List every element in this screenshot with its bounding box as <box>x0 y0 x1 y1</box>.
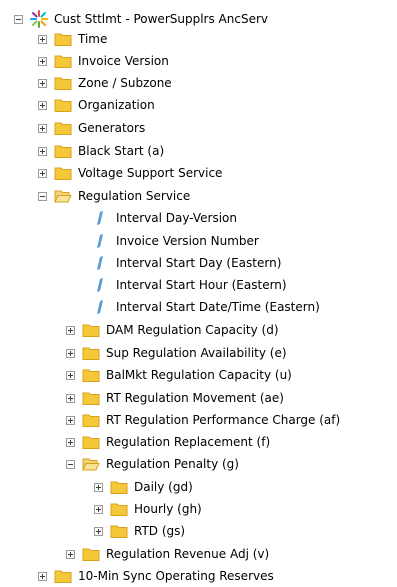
expand-toggle[interactable] <box>94 482 103 492</box>
folder-icon <box>82 368 100 382</box>
tree-node-black-start[interactable]: Black Start (a) <box>38 140 164 162</box>
attribute-icon <box>94 277 106 293</box>
expand-toggle[interactable] <box>94 526 103 536</box>
tree-node-label: Regulation Revenue Adj (v) <box>106 547 270 561</box>
tree-node-daily[interactable]: Daily (gd) <box>94 476 193 498</box>
expand-toggle[interactable] <box>38 56 47 66</box>
tree-node-regulation-revenue-adj[interactable]: Regulation Revenue Adj (v) <box>66 543 269 565</box>
folder-icon <box>54 569 72 583</box>
folder-icon <box>82 346 100 360</box>
tree-node-regulation-service[interactable]: Regulation Service <box>38 185 190 207</box>
tree-node-label: Daily (gd) <box>134 480 193 494</box>
tree-node-dam-regulation-capacity[interactable]: DAM Regulation Capacity (d) <box>66 319 279 341</box>
tree-node-sup-regulation-availability[interactable]: Sup Regulation Availability (e) <box>66 342 287 364</box>
tree-node-label: Hourly (gh) <box>134 502 202 516</box>
folder-icon <box>82 323 100 337</box>
tree-node-label: Regulation Service <box>78 189 191 203</box>
tree-node-label: Regulation Penalty (g) <box>106 457 239 471</box>
tree-leaf-interval-day-version[interactable]: Interval Day-Version <box>94 207 237 229</box>
tree-node-regulation-penalty[interactable]: Regulation Penalty (g) <box>66 453 239 475</box>
tree-leaf-interval-start-datetime[interactable]: Interval Start Date/Time (Eastern) <box>94 296 320 318</box>
tree-node-regulation-replacement[interactable]: Regulation Replacement (f) <box>66 431 270 453</box>
tree-node-organization[interactable]: Organization <box>38 94 155 116</box>
tree-node-rt-regulation-performance[interactable]: RT Regulation Performance Charge (af) <box>66 409 340 431</box>
tree-node-rtd[interactable]: RTD (gs) <box>94 520 185 542</box>
attribute-icon <box>94 299 106 315</box>
tree-node-voltage-support[interactable]: Voltage Support Service <box>38 162 222 184</box>
sparkle-cube-icon <box>30 10 48 28</box>
tree-node-label: RTD (gs) <box>134 524 186 538</box>
collapse-toggle[interactable] <box>14 14 23 24</box>
expand-toggle[interactable] <box>66 549 75 559</box>
open-folder-icon <box>82 457 100 471</box>
expand-toggle[interactable] <box>66 393 75 403</box>
folder-icon <box>54 166 72 180</box>
folder-icon <box>110 502 128 516</box>
expand-toggle[interactable] <box>38 78 47 88</box>
tree-node-hourly[interactable]: Hourly (gh) <box>94 498 202 520</box>
tree-node-label: Sup Regulation Availability (e) <box>106 346 287 360</box>
expand-toggle[interactable] <box>66 325 75 335</box>
folder-icon <box>110 480 128 494</box>
tree-leaf-interval-start-day[interactable]: Interval Start Day (Eastern) <box>94 252 281 274</box>
tree-node-label: DAM Regulation Capacity (d) <box>106 323 279 337</box>
expand-toggle[interactable] <box>66 415 75 425</box>
folder-icon <box>54 76 72 90</box>
tree-node-label: Time <box>78 32 108 46</box>
attribute-icon <box>94 210 106 226</box>
folder-icon <box>54 32 72 46</box>
tree-node-invoice-version[interactable]: Invoice Version <box>38 50 169 72</box>
tree-node-label: BalMkt Regulation Capacity (u) <box>106 368 292 382</box>
folder-icon <box>82 547 100 561</box>
tree-node-label: Interval Start Day (Eastern) <box>116 256 282 270</box>
tree-node-label: Interval Day-Version <box>116 211 238 225</box>
tree-node-label: Voltage Support Service <box>78 166 223 180</box>
tree-node-label: Invoice Version Number <box>116 234 259 248</box>
expand-toggle[interactable] <box>66 348 75 358</box>
folder-icon <box>54 98 72 112</box>
collapse-toggle[interactable] <box>66 459 75 469</box>
tree-node-time[interactable]: Time <box>38 28 107 50</box>
tree-leaf-invoice-version-number[interactable]: Invoice Version Number <box>94 230 259 252</box>
folder-icon <box>110 524 128 538</box>
tree-node-label: Zone / Subzone <box>78 76 172 90</box>
expand-toggle[interactable] <box>38 146 47 156</box>
attribute-icon <box>94 233 106 249</box>
tree-node-label: Cust Sttlmt - PowerSupplrs AncServ <box>54 12 268 26</box>
tree-leaf-interval-start-hour[interactable]: Interval Start Hour (Eastern) <box>94 274 287 296</box>
expand-toggle[interactable] <box>38 100 47 110</box>
tree-node-label: Organization <box>78 98 155 112</box>
tree-node-label: Invoice Version <box>78 54 169 68</box>
expand-toggle[interactable] <box>94 504 103 514</box>
tree-node-label: RT Regulation Movement (ae) <box>106 391 284 405</box>
expand-toggle[interactable] <box>38 168 47 178</box>
tree-node-label: RT Regulation Performance Charge (af) <box>106 413 341 427</box>
tree-node-label: Generators <box>78 121 146 135</box>
tree-node-balmkt-regulation-capacity[interactable]: BalMkt Regulation Capacity (u) <box>66 364 292 386</box>
folder-icon <box>54 144 72 158</box>
tree-node-label: Interval Start Date/Time (Eastern) <box>116 300 320 314</box>
folder-icon <box>54 121 72 135</box>
folder-icon <box>82 413 100 427</box>
tree-node-label: Black Start (a) <box>78 144 165 158</box>
tree-node-zone-subzone[interactable]: Zone / Subzone <box>38 72 172 94</box>
expand-toggle[interactable] <box>38 571 47 581</box>
tree-node-label: Interval Start Hour (Eastern) <box>116 278 287 292</box>
folder-icon <box>82 435 100 449</box>
expand-toggle[interactable] <box>66 370 75 380</box>
folder-icon <box>54 54 72 68</box>
expand-toggle[interactable] <box>38 34 47 44</box>
open-folder-icon <box>54 189 72 203</box>
expand-toggle[interactable] <box>38 123 47 133</box>
tree-node-rt-regulation-movement[interactable]: RT Regulation Movement (ae) <box>66 387 284 409</box>
attribute-icon <box>94 255 106 271</box>
expand-toggle[interactable] <box>66 437 75 447</box>
tree-node-root[interactable]: Cust Sttlmt - PowerSupplrs AncServ <box>14 8 268 30</box>
folder-icon <box>82 391 100 405</box>
tree-node-label: Regulation Replacement (f) <box>106 435 271 449</box>
tree-node-generators[interactable]: Generators <box>38 117 145 139</box>
collapse-toggle[interactable] <box>38 191 47 201</box>
